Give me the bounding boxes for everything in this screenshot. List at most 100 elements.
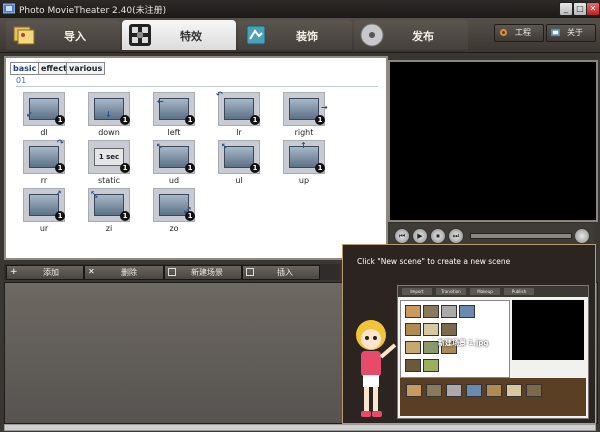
direction-arrow-icon: ⤡ [91,190,98,199]
info-icon [551,28,560,37]
effect-item-zo[interactable]: ⤢1zo [146,188,202,238]
screen-preview [29,146,59,168]
count-badge: 1 [185,163,195,173]
direction-arrow-icon: ↖ [156,142,163,151]
tab-label: 装饰 [296,30,318,43]
effect-item-down[interactable]: ↓ 1 down [81,92,137,142]
tab-decorate[interactable]: 装饰 [238,20,352,50]
minimize-button[interactable]: _ [559,2,573,16]
count-badge: 1 [120,115,130,125]
insert-button[interactable]: 插入 [242,265,320,280]
seek-slider[interactable] [470,233,572,239]
screen-preview [224,98,254,120]
count-badge: 1 [185,115,195,125]
main-nav: 导入 特效 装饰 发布 工程 关于 [0,18,600,53]
new-scene-icon [168,268,176,276]
effect-name: ur [39,224,49,233]
tab-effects[interactable]: 特效 [122,20,236,50]
screen-preview [29,98,59,120]
effect-item-up[interactable]: ↑ 1 up [276,140,332,190]
direction-arrow-icon: ↙ [26,110,33,119]
effect-name: lr [236,128,242,137]
scene-action-bar: + 添加 ✕ 删除 新建场景 插入 [4,264,340,280]
screen-preview [159,146,189,168]
effect-name: right [294,128,314,137]
stop-button[interactable]: ⏹ [430,228,446,244]
group-divider [16,86,378,87]
direction-arrow-icon: ← [157,97,164,106]
delete-icon: ✕ [88,267,95,276]
screen-preview [289,98,319,120]
mini-filmstrip [400,378,586,416]
tab-label: 导入 [64,30,86,43]
mini-tab-transition: Transition [436,288,466,295]
effect-name: down [98,128,120,137]
tab-import[interactable]: 导入 [6,20,120,50]
subtab-basic[interactable]: basic [10,62,40,75]
play-button[interactable]: ▶ [412,228,428,244]
count-badge: 1 [55,163,65,173]
gear-icon [499,28,508,37]
effect-item-right[interactable]: → 1 right [276,92,332,142]
direction-arrow-icon: → [321,103,328,112]
effect-name: zo [169,224,179,233]
effect-item-left[interactable]: ← 1 left [146,92,202,142]
previous-button[interactable]: ⏮ [394,228,410,244]
maximize-button[interactable]: □ [573,2,587,16]
preview-screen [388,60,598,222]
effect-item-dl[interactable]: ↙ 1 dl [16,92,72,142]
close-window-button[interactable]: ✕ [586,2,600,16]
about-button[interactable]: 关于 [546,24,596,42]
mini-new-scene-label: 新建场景 1.jpg [438,339,489,347]
effect-item-ul[interactable]: ↖ 1 ul [211,140,267,190]
decorate-icon [246,25,266,45]
publish-disc-icon [360,23,384,47]
tutorial-screenshot: Import Transition Makeup Publish 新建场景 1.… [397,285,589,419]
direction-arrow-icon: ↶ [216,90,223,99]
subtab-various[interactable]: various [66,62,106,75]
count-badge: 1 [315,115,325,125]
app-logo-icon [3,3,15,14]
effect-name: left [167,128,181,137]
effect-item-ud[interactable]: ↖ 1 ud [146,140,202,190]
delete-button[interactable]: ✕ 删除 [84,265,164,280]
static-duration-label: 1 sec [94,148,124,166]
count-badge: 1 [185,211,195,221]
direction-arrow-icon: ↓ [105,110,112,119]
direction-arrow-icon: ↖ [221,142,228,151]
count-badge: 1 [55,211,65,221]
tutorial-tip: Click "New scene" to create a new scene [357,257,511,266]
effect-item-lr[interactable]: ↶ 1 lr [211,90,267,142]
add-button[interactable]: + 添加 [6,265,84,280]
count-badge: 1 [120,211,130,221]
tab-publish[interactable]: 发布 [354,20,468,50]
project-button[interactable]: 工程 [494,24,544,42]
effect-name: dl [40,128,48,137]
cartoon-girl-mascot-icon [356,320,397,417]
window-title: Photo MovieTheater 2.40(未注册) [19,6,167,16]
effects-panel: basic effect various 01 ↙ 1 dl ↓ 1 down ← 1 left… [4,56,388,260]
mini-tab-publish: Publish [504,288,534,295]
new-scene-button[interactable]: 新建场景 [164,265,242,280]
insert-icon [246,268,254,276]
effect-item-ur[interactable]: ↗ 1 ur [16,188,72,238]
mini-nav: Import Transition Makeup Publish [398,286,588,297]
mini-preview [512,300,584,360]
effect-item-rr[interactable]: ↷ 1 rr [16,138,72,190]
effect-name: static [98,176,120,185]
direction-arrow-icon: ↷ [57,138,64,147]
player-controls: ⏮ ▶ ⏹ ⏭ [388,224,594,246]
count-badge: 1 [55,115,65,125]
direction-arrow-icon: ↑ [300,141,307,150]
fullscreen-button[interactable] [574,228,590,244]
screen-preview [94,194,124,216]
effect-item-static[interactable]: 1 sec 1 static [81,140,137,190]
effect-name: ul [235,176,243,185]
next-button[interactable]: ⏭ [448,228,464,244]
title-bar: Photo MovieTheater 2.40(未注册) _ □ ✕ [0,0,600,18]
effect-name: ud [168,176,180,185]
timeline-scrollbar[interactable] [4,424,596,431]
effect-item-zi[interactable]: ⤡ 1 zi [81,188,137,238]
count-badge: 1 [250,163,260,173]
direction-arrow-icon: ↗ [55,189,62,198]
